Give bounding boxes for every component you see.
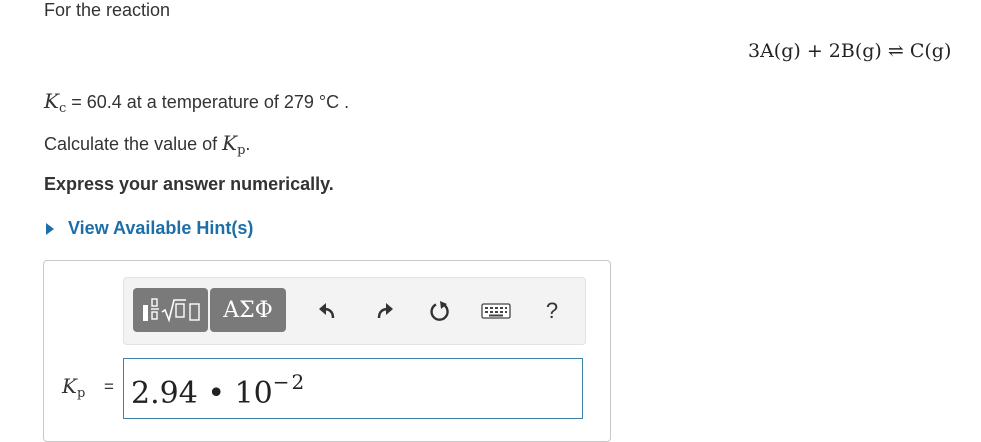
answer-mantissa: 2.94 • 10 [131,376,273,411]
answer-instruction: Express your answer numerically. [44,174,334,194]
keyboard-icon [481,303,511,319]
answer-label: Kp [62,374,85,401]
kp-symbol: K [222,131,238,155]
view-hints-label: View Available Hint(s) [68,218,254,238]
undo-icon [319,303,335,319]
answer-label-subscript: p [76,386,86,401]
redo-button[interactable] [370,296,400,326]
view-hints-link[interactable]: View Available Hint(s) [44,218,253,239]
intro-text: For the reaction [44,0,171,20]
math-toolbar: ΑΣΦ ? [123,277,586,345]
reaction-equation: 3A(g) + 2B(g) ⇌ C(g) [748,40,952,62]
templates-button[interactable] [133,288,208,332]
reset-button[interactable] [425,296,455,326]
kc-text: = 60.4 at a temperature of 279 °C . [66,92,350,112]
kc-symbol: K [44,89,59,113]
question-text: Calculate the value of Kp. [44,131,250,158]
question-prefix: Calculate the value of [44,134,223,154]
keyboard-button[interactable] [479,296,513,326]
answer-value: 2.94 • 10−2 [131,370,306,411]
greek-symbols-button[interactable]: ΑΣΦ [210,288,286,332]
answer-equals: = [104,377,114,396]
undo-button[interactable] [312,296,342,326]
kc-statement: Kc = 60.4 at a temperature of 279 °C . [44,89,349,116]
reset-icon [430,301,449,321]
answer-input[interactable]: 2.94 • 10−2 [123,358,583,419]
redo-icon [377,303,393,319]
answer-exponent: −2 [272,370,307,394]
help-button[interactable]: ? [537,296,567,326]
answer-label-symbol: K [62,374,77,398]
expand-triangle-icon [46,222,54,235]
question-suffix: . [245,134,251,154]
fraction-sqrt-template-icon [142,298,200,323]
